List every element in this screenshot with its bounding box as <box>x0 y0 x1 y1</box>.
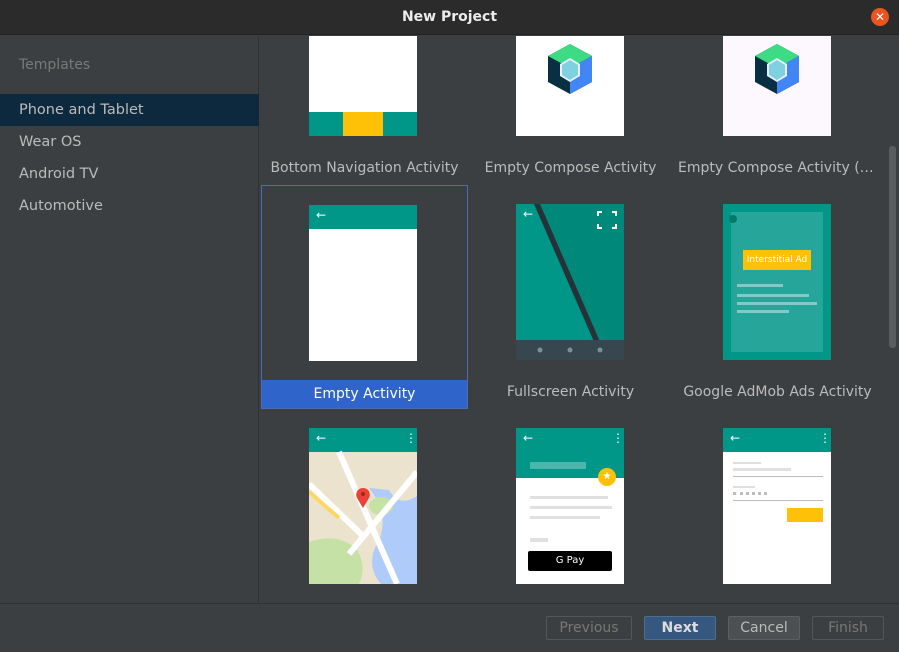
template-card-maps[interactable]: ← ⋮ <box>261 409 468 603</box>
app-bar: ← ⋮ <box>723 428 831 452</box>
template-card-login[interactable]: ← ⋮ <box>674 409 881 603</box>
finish-button[interactable]: Finish <box>812 616 884 640</box>
template-card-admob[interactable]: Interstitial Ad Google AdMob Ads Activit… <box>674 185 881 409</box>
template-thumbnail: ← ⋮ <box>309 428 417 584</box>
back-arrow-icon: ← <box>316 208 327 222</box>
template-thumbnail: ← ⋮ <box>723 428 831 584</box>
sidebar-item-phone-and-tablet[interactable]: Phone and Tablet <box>0 94 259 126</box>
template-thumbnail: ← <box>309 205 417 361</box>
dialog-footer: Previous Next Cancel Finish <box>0 603 899 652</box>
map-illustration <box>309 428 417 584</box>
previous-button[interactable]: Previous <box>546 616 632 640</box>
templates-grid: Bottom Navigation Activity Empty Compose… <box>260 36 899 603</box>
sign-in-button <box>787 508 823 522</box>
template-label: Empty Activity <box>262 380 467 408</box>
google-pay-button: G Pay <box>528 551 612 571</box>
sidebar-item-android-tv[interactable]: Android TV <box>0 158 259 190</box>
sidebar-item-wear-os[interactable]: Wear OS <box>0 126 259 158</box>
fullscreen-illustration <box>516 204 624 360</box>
next-button[interactable]: Next <box>644 616 716 640</box>
template-card-fullscreen[interactable]: ← Fullscreen Activity <box>467 185 674 409</box>
interstitial-ad-badge: Interstitial Ad <box>743 250 811 270</box>
title-bar: New Project ✕ <box>0 0 899 35</box>
template-label: Bottom Navigation Activity <box>270 160 459 176</box>
template-label: Fullscreen Activity <box>506 384 635 400</box>
template-thumbnail <box>309 36 417 136</box>
close-icon[interactable]: ✕ <box>871 8 889 26</box>
star-fab-icon: ★ <box>598 468 616 486</box>
jetpack-compose-icon <box>548 44 592 94</box>
template-card-google-pay[interactable]: ← ⋮ ★ G Pay <box>467 409 674 603</box>
more-vert-icon: ⋮ <box>405 431 417 445</box>
template-label: Empty Compose Activity (Ma... <box>678 160 881 176</box>
template-thumbnail: ← <box>516 204 624 360</box>
sidebar-item-automotive[interactable]: Automotive <box>0 190 259 222</box>
back-arrow-icon: ← <box>523 431 534 445</box>
close-dot <box>729 215 737 223</box>
jetpack-compose-icon <box>755 44 799 94</box>
template-label: Empty Compose Activity <box>484 160 657 176</box>
template-thumbnail: Interstitial Ad <box>723 204 831 360</box>
back-arrow-icon: ← <box>523 207 534 221</box>
template-thumbnail: ← ⋮ ★ G Pay <box>516 428 624 584</box>
cancel-button[interactable]: Cancel <box>728 616 800 640</box>
more-vert-icon: ⋮ <box>819 431 831 445</box>
app-bar: ← <box>309 205 417 229</box>
window-title: New Project <box>401 9 498 25</box>
back-arrow-icon: ← <box>730 431 741 445</box>
ad-panel: Interstitial Ad <box>729 212 823 352</box>
template-label: Google AdMob Ads Activity <box>683 384 872 400</box>
template-thumbnail <box>516 36 624 136</box>
more-vert-icon: ⋮ <box>612 431 624 445</box>
sidebar: Templates Phone and Tablet Wear OS Andro… <box>0 36 259 603</box>
template-thumbnail <box>723 36 831 136</box>
vertical-scrollbar[interactable] <box>889 146 896 348</box>
bottom-nav-active-item <box>343 112 383 136</box>
back-arrow-icon: ← <box>316 431 327 445</box>
sidebar-heading: Templates <box>19 57 91 73</box>
template-card-empty-activity[interactable]: ← Empty Activity <box>261 185 468 409</box>
